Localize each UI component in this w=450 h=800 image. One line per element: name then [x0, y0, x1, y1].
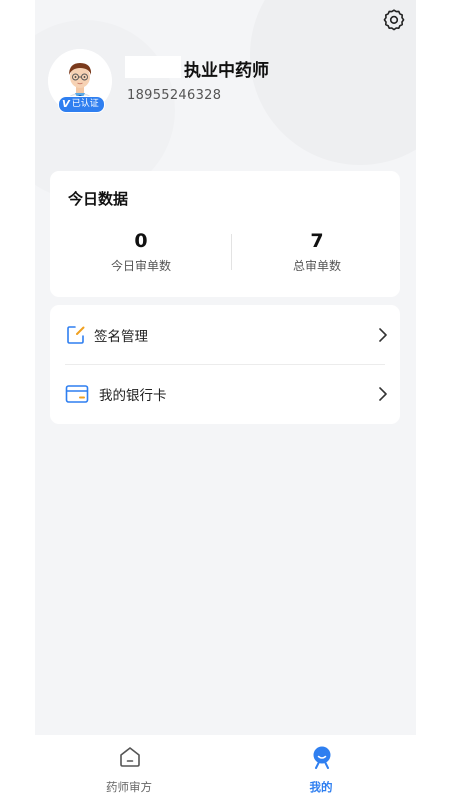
verified-badge-label: 已认证	[71, 99, 99, 109]
stat-value: 0	[134, 230, 148, 252]
stat-label: 总审单数	[292, 259, 341, 273]
gear-icon	[383, 9, 405, 31]
tab-pharmacist-review[interactable]: 药师审方	[69, 735, 189, 800]
settings-button[interactable]	[382, 8, 406, 32]
chevron-right-icon	[379, 328, 387, 342]
tab-mine[interactable]: 我的	[261, 735, 381, 800]
stat-label: 今日审单数	[110, 259, 171, 273]
app-screen: V 已认证 执业中药师 18955246328 今日数据 0 今日审单数 7 总…	[35, 0, 416, 800]
today-stats-card: 今日数据 0 今日审单数 7 总审单数	[50, 171, 400, 297]
profile-title: 执业中药师	[184, 61, 269, 81]
profile-icon	[313, 746, 331, 769]
redacted-name	[125, 56, 181, 78]
stats-divider	[231, 234, 232, 270]
verified-v-icon: V	[62, 99, 70, 110]
bank-card-icon	[65, 385, 89, 403]
menu-item-label: 签名管理	[94, 329, 148, 345]
menu-card: 签名管理 我的银行卡	[50, 305, 400, 424]
bottom-tab-bar: 药师审方 我的	[35, 735, 416, 800]
stat-value: 7	[310, 230, 324, 252]
stat-total-reviews: 7 总审单数	[242, 229, 392, 274]
menu-item-label: 我的银行卡	[99, 388, 167, 404]
verified-badge: V 已认证	[58, 96, 105, 113]
edit-signature-icon	[67, 326, 85, 344]
chevron-right-icon	[379, 387, 387, 401]
stat-today-reviews: 0 今日审单数	[66, 229, 216, 274]
today-stats-title: 今日数据	[68, 190, 129, 208]
profile-avatar[interactable]: V 已认证	[48, 49, 118, 113]
tab-label: 我的	[309, 780, 333, 794]
tab-label: 药师审方	[106, 780, 152, 794]
menu-item-bank-card[interactable]: 我的银行卡	[50, 364, 400, 423]
profile-phone: 18955246328	[127, 88, 222, 103]
home-icon	[120, 747, 140, 767]
menu-item-signature[interactable]: 签名管理	[50, 305, 400, 364]
